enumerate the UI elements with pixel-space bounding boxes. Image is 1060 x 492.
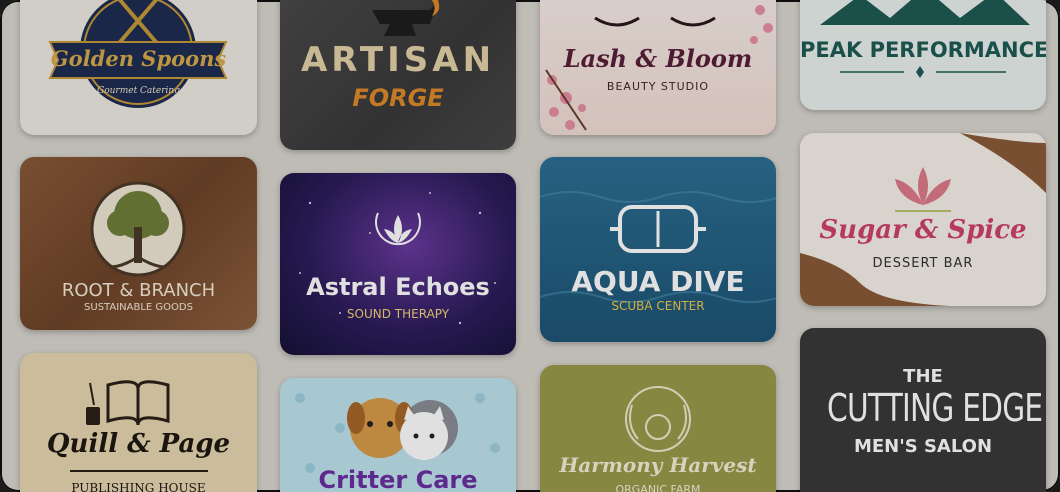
quill-subtitle: PUBLISHING HOUSE	[71, 481, 206, 492]
cutting-title-top: THE	[903, 366, 943, 387]
open-book-icon	[70, 380, 208, 472]
logo-card-quill-page[interactable]: Quill & Page PUBLISHING HOUSE	[20, 353, 257, 492]
logo-card-artisan-forge[interactable]: ARTISAN FORGE	[280, 0, 516, 150]
logo-card-cutting-edge[interactable]: THE CUTTING EDGE MEN'S SALON	[800, 328, 1046, 492]
astral-subtitle: SOUND THERAPY	[346, 307, 450, 321]
logo-card-lash-bloom[interactable]: Lash & Bloom BEAUTY STUDIO	[540, 0, 776, 135]
logo-card-sugar-spice[interactable]: Sugar & Spice DESSERT BAR	[800, 133, 1046, 306]
artisan-subtitle: FORGE	[352, 84, 444, 112]
lotus-moon-icon	[299, 192, 496, 325]
peak-title: PEAK PERFORMANCE	[800, 38, 1046, 62]
harmony-title: Harmony Harvest	[559, 453, 757, 477]
logo-gallery: Golden Spoons Gourmet Catering ARTISAN F…	[0, 0, 1060, 492]
harmony-subtitle: ORGANIC FARM	[615, 483, 701, 492]
aqua-title: AQUA DIVE	[571, 265, 745, 298]
root-title: ROOT & BRANCH	[61, 280, 216, 301]
logo-card-root-branch[interactable]: ROOT & BRANCH SUSTAINABLE GOODS	[20, 157, 257, 330]
golden-spoons-title: Golden Spoons	[50, 46, 227, 71]
dive-mask-icon	[540, 191, 776, 303]
lash-subtitle: BEAUTY STUDIO	[606, 80, 710, 93]
logo-card-harmony-harvest[interactable]: Harmony Harvest ORGANIC FARM	[540, 365, 776, 492]
astral-title: Astral Echoes	[306, 273, 490, 301]
sugar-title: Sugar & Spice	[819, 215, 1027, 245]
logo-card-golden-spoons[interactable]: Golden Spoons Gourmet Catering	[20, 0, 257, 135]
cutting-subtitle: MEN'S SALON	[853, 436, 993, 457]
golden-spoons-subtitle: Gourmet Catering	[97, 86, 180, 96]
logo-card-aqua-dive[interactable]: AQUA DIVE SCUBA CENTER	[540, 157, 776, 342]
logo-card-critter-care[interactable]: Critter Care	[280, 378, 516, 492]
sugar-subtitle: DESSERT BAR	[872, 256, 974, 271]
aqua-subtitle: SCUBA CENTER	[611, 299, 705, 313]
logo-card-peak-performance[interactable]: PEAK PERFORMANCE	[800, 0, 1046, 110]
artisan-title: ARTISAN	[300, 40, 496, 80]
logo-card-astral-echoes[interactable]: Astral Echoes SOUND THERAPY	[280, 173, 516, 355]
cutting-title: CUTTING EDGE	[827, 386, 1043, 430]
critter-title: Critter Care	[318, 466, 478, 492]
lash-title: Lash & Bloom	[563, 44, 753, 73]
quill-title: Quill & Page	[46, 429, 231, 459]
root-subtitle: SUSTAINABLE GOODS	[84, 302, 193, 313]
